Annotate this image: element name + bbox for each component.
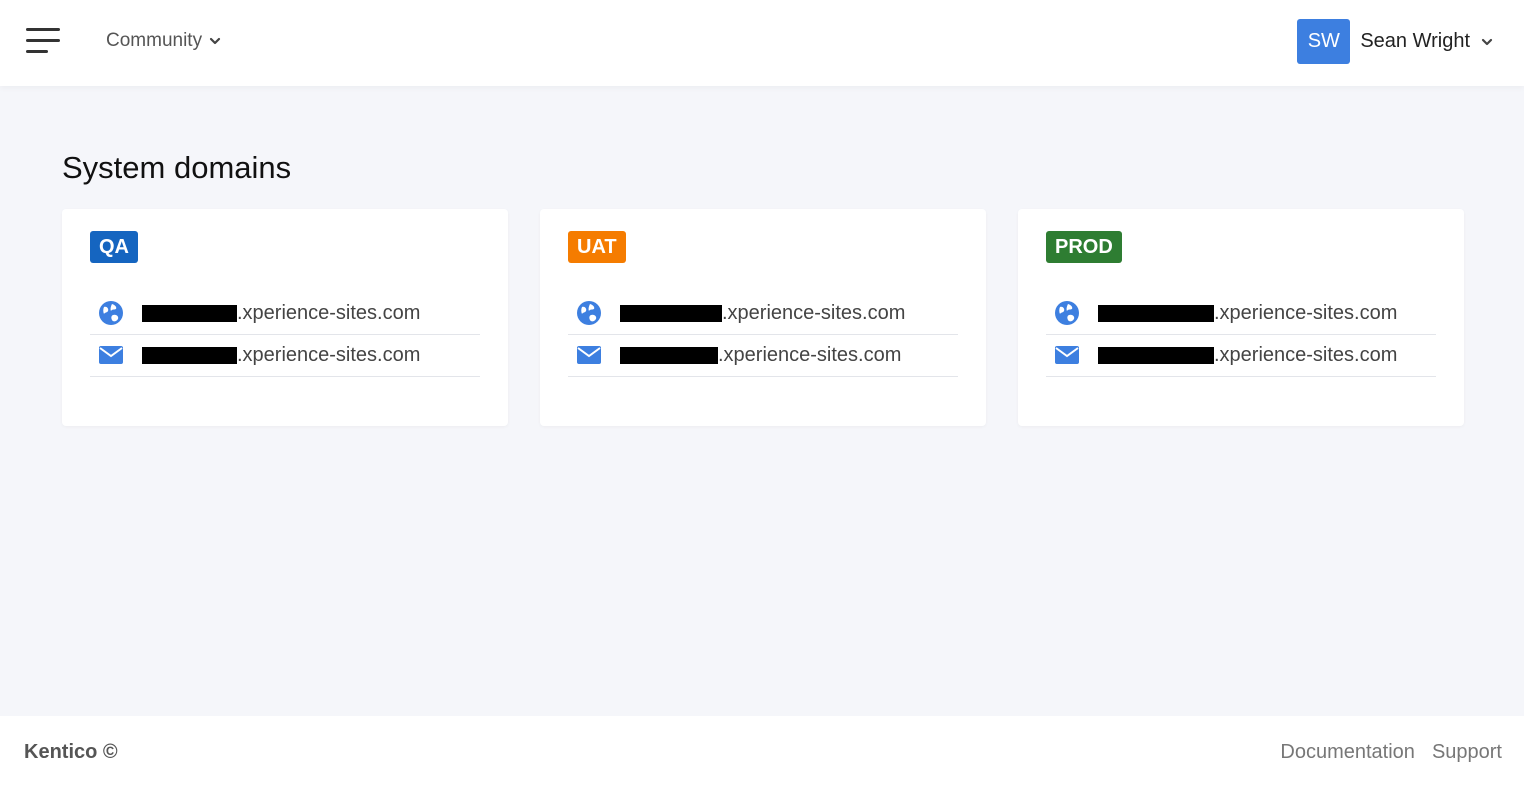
user-name: Sean Wright — [1360, 30, 1470, 52]
project-dropdown[interactable]: Community — [106, 29, 222, 53]
globe-icon — [1054, 300, 1080, 326]
menu-icon[interactable] — [26, 28, 60, 54]
environment-card-uat: UAT .xperience-sites.com .xperience-site… — [540, 209, 986, 426]
avatar: SW — [1297, 19, 1351, 64]
domain-row-web: .xperience-sites.com — [1046, 292, 1436, 335]
domain-row-email: .xperience-sites.com — [1046, 334, 1436, 377]
documentation-link[interactable]: Documentation — [1280, 741, 1415, 764]
page-title: System domains — [62, 150, 292, 185]
domain-text: .xperience-sites.com — [237, 301, 421, 324]
redacted-text — [620, 304, 722, 322]
environment-card-prod: PROD .xperience-sites.com .xperience-sit… — [1018, 209, 1464, 426]
support-link[interactable]: Support — [1432, 741, 1502, 764]
redacted-text — [620, 346, 718, 364]
user-menu[interactable]: SW Sean Wright — [1297, 19, 1494, 64]
redacted-text — [142, 346, 237, 364]
domain-row-web: .xperience-sites.com — [90, 292, 480, 335]
envelope-icon — [98, 342, 124, 368]
environment-badge: UAT — [568, 231, 626, 263]
chevron-down-icon — [209, 37, 221, 45]
domain-text: .xperience-sites.com — [722, 301, 906, 324]
domain-text: .xperience-sites.com — [1214, 301, 1398, 324]
globe-icon — [98, 300, 124, 326]
chevron-down-icon — [1481, 38, 1493, 45]
domain-row-email: .xperience-sites.com — [568, 334, 958, 377]
domain-text: .xperience-sites.com — [718, 343, 902, 366]
redacted-text — [142, 304, 237, 322]
environment-card-qa: QA .xperience-sites.com .xperience-sites… — [62, 209, 508, 426]
domain-text: .xperience-sites.com — [237, 343, 421, 366]
footer: Kentico © Documentation Support — [0, 716, 1524, 786]
brand-copyright: Kentico © — [24, 741, 118, 763]
redacted-text — [1098, 304, 1214, 322]
redacted-text — [1098, 346, 1214, 364]
envelope-icon — [576, 342, 602, 368]
environment-badge: PROD — [1046, 231, 1122, 263]
environment-badge: QA — [90, 231, 138, 263]
footer-links: Documentation Support — [1280, 741, 1502, 764]
domain-text: .xperience-sites.com — [1214, 343, 1398, 366]
top-bar: Community SW Sean Wright — [0, 0, 1524, 86]
domain-row-web: .xperience-sites.com — [568, 292, 958, 335]
envelope-icon — [1054, 342, 1080, 368]
project-label: Community — [106, 30, 203, 51]
globe-icon — [576, 300, 602, 326]
domain-row-email: .xperience-sites.com — [90, 334, 480, 377]
